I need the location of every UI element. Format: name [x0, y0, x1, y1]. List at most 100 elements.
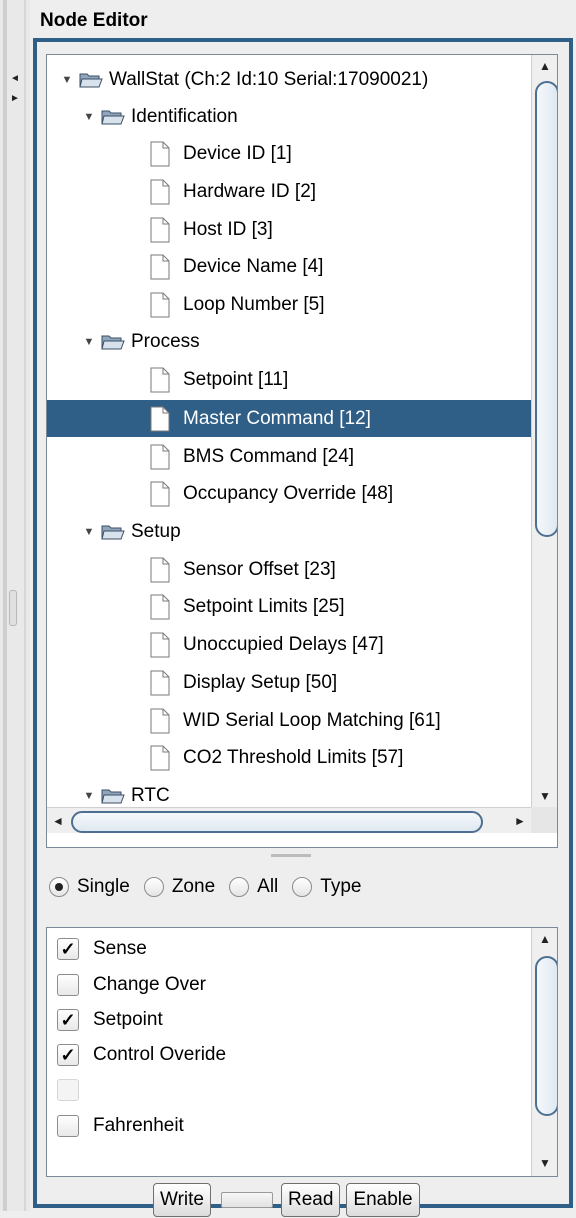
mode-option-type[interactable]: Type: [292, 876, 361, 898]
option-row: [57, 1073, 93, 1107]
expand-toggle-icon[interactable]: ▼: [83, 790, 95, 802]
document-icon: [149, 594, 171, 620]
collapse-splitter[interactable]: ◄ ►: [0, 0, 30, 1211]
tree-leaf-node[interactable]: Device Name [4]: [47, 248, 323, 285]
tree-folder-node[interactable]: ▼ Setup: [47, 513, 181, 550]
radio-button[interactable]: [292, 877, 313, 897]
mode-option-all[interactable]: All: [229, 876, 278, 898]
tree-leaf-node[interactable]: Setpoint [11]: [47, 361, 288, 398]
document-icon: [149, 406, 171, 432]
tree-leaf-node[interactable]: CO2 Threshold Limits [57]: [47, 739, 403, 776]
document-icon: [149, 292, 171, 318]
mode-option-zone[interactable]: Zone: [143, 876, 215, 898]
progress-bar: [220, 1192, 273, 1208]
tree-node-label: Occupancy Override [48]: [183, 482, 394, 504]
tree-folder-node[interactable]: ▼ WallStat (Ch:2 Id:10 Serial:17090021): [47, 61, 429, 98]
tree-node-label: Master Command [12]: [183, 407, 371, 429]
splitter-grip[interactable]: [9, 590, 17, 626]
mode-radio-group: Single Zone All Type: [49, 872, 375, 902]
tree-vertical-scroll-thumb[interactable]: [535, 81, 557, 537]
node-tree[interactable]: ▼ WallStat (Ch:2 Id:10 Serial:17090021) ▼ I…: [46, 54, 558, 848]
tree-leaf-node[interactable]: Master Command [12]: [47, 400, 533, 437]
scroll-right-icon[interactable]: ►: [509, 808, 531, 834]
options-checkbox-list[interactable]: ✓ Sense Change Over ✓ Setpoint ✓ Control Overi…: [46, 927, 558, 1177]
tree-node-label: BMS Command [24]: [183, 445, 355, 467]
tree-leaf-node[interactable]: BMS Command [24]: [47, 438, 354, 475]
tree-leaf-node[interactable]: Occupancy Override [48]: [47, 475, 393, 512]
expand-right-arrow-icon[interactable]: ►: [10, 94, 20, 104]
enable-button[interactable]: Enable: [346, 1183, 420, 1217]
radio-label: Single: [77, 876, 130, 897]
scroll-up-icon[interactable]: ▲: [532, 928, 557, 950]
tree-node-label: Process: [131, 330, 200, 352]
option-label: Change Over: [93, 974, 207, 995]
tree-leaf-node[interactable]: Host ID [3]: [47, 211, 273, 248]
folder-open-icon: [101, 523, 125, 541]
split-pane-divider[interactable]: [271, 854, 311, 857]
expand-toggle-icon[interactable]: ▼: [83, 526, 95, 538]
options-vertical-scrollbar[interactable]: ▲ ▼: [531, 928, 557, 1176]
mode-option-single[interactable]: Single: [49, 876, 130, 898]
tree-node-label: Display Setup [50]: [183, 671, 338, 693]
expand-toggle-icon[interactable]: ▼: [83, 336, 95, 348]
radio-label: Type: [320, 876, 362, 897]
option-row[interactable]: ✓ Setpoint: [57, 1003, 163, 1037]
splitter-edge-inner: [24, 0, 26, 1211]
document-icon: [149, 632, 171, 658]
scroll-left-icon[interactable]: ◄: [47, 808, 69, 834]
checkbox-checked[interactable]: ✓: [57, 938, 79, 960]
scroll-up-icon[interactable]: ▲: [532, 55, 557, 77]
tree-leaf-node[interactable]: WID Serial Loop Matching [61]: [47, 702, 441, 739]
expand-toggle-icon[interactable]: ▼: [61, 74, 73, 86]
tree-horizontal-scroll-thumb[interactable]: [71, 811, 483, 833]
options-scroll-thumb[interactable]: [535, 956, 557, 1116]
tree-leaf-node[interactable]: Sensor Offset [23]: [47, 551, 336, 588]
folder-open-icon: [101, 333, 125, 351]
folder-open-icon: [79, 71, 103, 89]
checkbox-unchecked[interactable]: [57, 1115, 79, 1137]
tree-node-label: Unoccupied Delays [47]: [183, 633, 384, 655]
checkbox-checked[interactable]: ✓: [57, 1044, 79, 1066]
scroll-down-icon[interactable]: ▼: [532, 1152, 557, 1174]
tree-leaf-node[interactable]: Hardware ID [2]: [47, 173, 316, 210]
tree-folder-node[interactable]: ▼ Identification: [47, 98, 238, 135]
document-icon: [149, 367, 171, 393]
expand-toggle-icon[interactable]: ▼: [83, 111, 95, 123]
collapse-left-arrow-icon[interactable]: ◄: [10, 74, 20, 84]
option-row[interactable]: ✓ Sense: [57, 932, 147, 966]
option-label: Fahrenheit: [93, 1115, 184, 1136]
tree-node-label: RTC: [131, 784, 170, 806]
document-icon: [149, 254, 171, 280]
document-icon: [149, 708, 171, 734]
tree-node-label: Hardware ID [2]: [183, 180, 317, 202]
checkbox-checked[interactable]: ✓: [57, 1009, 79, 1031]
tree-leaf-node[interactable]: Unoccupied Delays [47]: [47, 626, 384, 663]
document-icon: [149, 141, 171, 167]
option-row[interactable]: Fahrenheit: [57, 1109, 184, 1143]
tree-leaf-node[interactable]: Display Setup [50]: [47, 664, 337, 701]
tree-folder-node[interactable]: ▼ Process: [47, 323, 200, 360]
tree-node-label: Setup: [131, 520, 181, 542]
radio-button[interactable]: [229, 877, 250, 897]
radio-button[interactable]: [143, 877, 164, 897]
read-button[interactable]: Read: [280, 1183, 341, 1217]
option-row[interactable]: Change Over: [57, 968, 206, 1002]
option-row[interactable]: ✓ Control Overide: [57, 1038, 226, 1072]
document-icon: [149, 179, 171, 205]
tree-node-label: Device Name [4]: [183, 255, 324, 277]
tree-node-label: Identification: [131, 105, 238, 127]
tree-horizontal-scrollbar[interactable]: ◄ ►: [47, 807, 533, 833]
document-icon: [149, 745, 171, 771]
tree-vertical-scrollbar[interactable]: ▲ ▼: [531, 55, 557, 807]
folder-open-icon: [101, 787, 125, 805]
tree-leaf-node[interactable]: Device ID [1]: [47, 135, 292, 172]
checkbox-unchecked[interactable]: [57, 974, 79, 996]
radio-button[interactable]: [49, 877, 69, 897]
scroll-down-icon[interactable]: ▼: [532, 785, 557, 807]
splitter-edge: [3, 0, 7, 1211]
write-button[interactable]: Write: [153, 1183, 211, 1217]
tree-node-label: Device ID [1]: [183, 142, 292, 164]
tree-node-label: Sensor Offset [23]: [183, 558, 336, 580]
tree-leaf-node[interactable]: Loop Number [5]: [47, 286, 325, 323]
tree-leaf-node[interactable]: Setpoint Limits [25]: [47, 588, 345, 625]
